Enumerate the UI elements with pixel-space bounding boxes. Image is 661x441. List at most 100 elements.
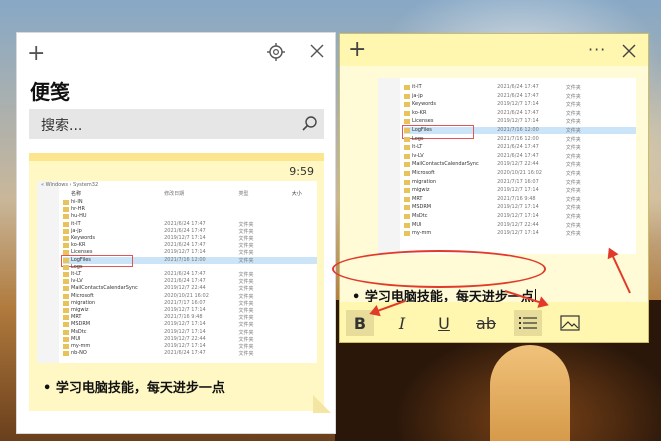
app-title: 便笺 <box>30 80 70 104</box>
explorer-file-row: MRT 2021/7/16 9:48 文件夹 <box>63 314 317 321</box>
folder-icon <box>63 221 69 227</box>
folder-icon <box>63 344 69 349</box>
new-note-plus-icon[interactable]: + <box>348 37 366 62</box>
folder-icon <box>404 153 410 159</box>
explorer-file-type: 文件夹 <box>238 293 254 300</box>
explorer-file-date: 2021/6/24 17:47 <box>497 109 539 116</box>
explorer-file-name: ja-jp <box>412 92 423 99</box>
explorer-file-name: MsDtc <box>412 213 428 219</box>
explorer-file-type: 文件夹 <box>565 196 581 203</box>
note-list-item[interactable]: 9:59 « Windows › System32 名称 修改日期 类型 大小 hi-IN… <box>29 153 324 411</box>
explorer-file-row: MUI 2019/12/7 22:44 文件夹 <box>63 336 317 343</box>
explorer-file-row: migration 2021/7/17 16:07 文件夹 <box>63 300 317 307</box>
folder-icon <box>63 336 69 342</box>
explorer-file-type: 文件夹 <box>238 308 254 314</box>
explorer-file-type: 文件夹 <box>238 221 254 228</box>
explorer-file-name: MSDRM <box>412 204 432 211</box>
explorer-file-row: migration 2021/7/17 16:07 文件夹 <box>404 179 636 186</box>
explorer-file-row: MSDRM 2019/12/7 17:14 文件夹 <box>63 321 317 328</box>
image-icon <box>560 315 580 331</box>
explorer-file-type: 文件夹 <box>238 315 254 322</box>
settings-gear-icon[interactable] <box>267 43 285 61</box>
explorer-file-name: hu-HU <box>71 213 87 220</box>
explorer-file-date: 2019/12/7 17:14 <box>497 230 539 237</box>
explorer-file-type: 文件夹 <box>565 119 581 126</box>
underline-button[interactable]: U <box>430 310 458 336</box>
explorer-file-date: 2019/12/7 17:14 <box>164 235 206 241</box>
folder-icon <box>404 222 410 228</box>
bullet-list-button[interactable] <box>514 310 542 336</box>
explorer-file-row: ja-jp 2021/6/24 17:47 文件夹 <box>404 93 636 100</box>
explorer-file-row: MUI 2019/12/7 22:44 文件夹 <box>404 222 636 229</box>
explorer-file-date: 2019/12/7 17:14 <box>497 187 539 194</box>
explorer-file-row: lv-LV 2021/6/24 17:47 文件夹 <box>63 278 317 285</box>
explorer-file-type: 文件夹 <box>565 85 581 91</box>
explorer-file-name: my-mm <box>412 230 432 237</box>
note-image[interactable]: it-IT 2021/6/24 17:47 文件夹 ja-jp 2021/6/24 17… <box>378 78 636 254</box>
explorer-file-type: 文件夹 <box>565 102 581 109</box>
explorer-file-name: migration <box>71 299 96 306</box>
explorer-file-name: Logs <box>71 263 83 270</box>
folder-icon <box>404 179 410 185</box>
explorer-file-row: it-IT 2021/6/24 17:47 文件夹 <box>404 84 636 91</box>
italic-button[interactable]: I <box>388 310 416 336</box>
explorer-file-date: 2021/7/17 16:07 <box>497 178 539 185</box>
close-icon[interactable] <box>622 44 636 58</box>
search-input[interactable]: 搜索... <box>41 115 82 135</box>
close-icon[interactable] <box>309 43 325 59</box>
explorer-file-row: Keywords 2019/12/7 17:14 文件夹 <box>404 101 636 108</box>
strikethrough-button[interactable]: ab <box>472 310 500 336</box>
folder-icon <box>63 351 69 357</box>
explorer-file-name: Keywords <box>71 235 95 241</box>
explorer-file-name: lt-LT <box>412 144 423 151</box>
folder-icon <box>63 322 69 328</box>
explorer-file-row: MSDRM 2019/12/7 17:14 文件夹 <box>404 204 636 211</box>
explorer-file-type: 文件夹 <box>238 236 254 242</box>
explorer-file-row: MailContactsCalendarSync 2019/12/7 22:44 文… <box>404 161 636 168</box>
explorer-screenshot: it-IT 2021/6/24 17:47 文件夹 ja-jp 2021/6/24 17… <box>378 78 636 254</box>
explorer-file-row: hu-HU <box>63 213 317 220</box>
folder-icon <box>63 329 69 335</box>
folder-icon <box>404 196 410 202</box>
explorer-column-header: 大小 <box>291 190 302 197</box>
explorer-file-type: 文件夹 <box>238 250 254 257</box>
explorer-file-row: it-IT 2021/6/24 17:47 文件夹 <box>63 221 317 228</box>
explorer-file-date: 2020/10/21 16:02 <box>497 170 542 176</box>
explorer-file-name: migwiz <box>412 187 430 194</box>
explorer-file-date: 2021/7/17 16:07 <box>164 299 206 306</box>
insert-image-button[interactable] <box>556 310 584 336</box>
explorer-file-name: MRT <box>71 314 82 321</box>
new-note-plus-icon[interactable]: + <box>27 41 47 66</box>
explorer-file-type: 文件夹 <box>238 351 254 358</box>
explorer-file-name: lv-LV <box>412 152 424 159</box>
explorer-file-type: 文件夹 <box>238 257 254 264</box>
search-icon[interactable] <box>301 115 319 133</box>
explorer-file-name: Keywords <box>412 101 436 108</box>
explorer-file-date: 2021/6/24 17:47 <box>164 278 206 285</box>
explorer-file-date: 2021/6/24 17:47 <box>164 227 206 234</box>
explorer-file-row: migwiz 2019/12/7 17:14 文件夹 <box>404 187 636 194</box>
folder-icon <box>63 200 69 205</box>
explorer-nav-pane <box>37 181 59 363</box>
folder-icon <box>63 272 69 277</box>
explorer-file-name: lt-LT <box>71 271 82 277</box>
folder-icon <box>404 110 410 116</box>
explorer-file-name: ko-KR <box>71 242 86 249</box>
search-box[interactable]: 搜索... <box>29 109 324 139</box>
explorer-file-type: 文件夹 <box>238 329 254 336</box>
explorer-file-date: 2019/12/7 22:44 <box>164 285 206 292</box>
folder-icon <box>404 214 410 219</box>
explorer-file-date: 2021/6/24 17:47 <box>497 92 539 99</box>
explorer-file-name: Microsoft <box>71 292 94 299</box>
explorer-file-name: Microsoft <box>412 170 435 176</box>
explorer-file-type: 文件夹 <box>238 279 254 286</box>
explorer-file-name: Logs <box>412 135 424 142</box>
more-menu-icon[interactable]: ··· <box>588 40 606 59</box>
explorer-file-date: 2019/12/7 17:14 <box>164 343 206 349</box>
explorer-file-row: hr-HR <box>63 206 317 213</box>
explorer-file-row: ko-KR 2021/6/24 17:47 文件夹 <box>63 242 317 249</box>
explorer-file-type: 文件夹 <box>238 272 254 278</box>
explorer-column-header: 修改日期 <box>164 190 185 197</box>
explorer-file-name: MRT <box>412 195 423 202</box>
explorer-file-name: MsDtc <box>71 328 87 335</box>
